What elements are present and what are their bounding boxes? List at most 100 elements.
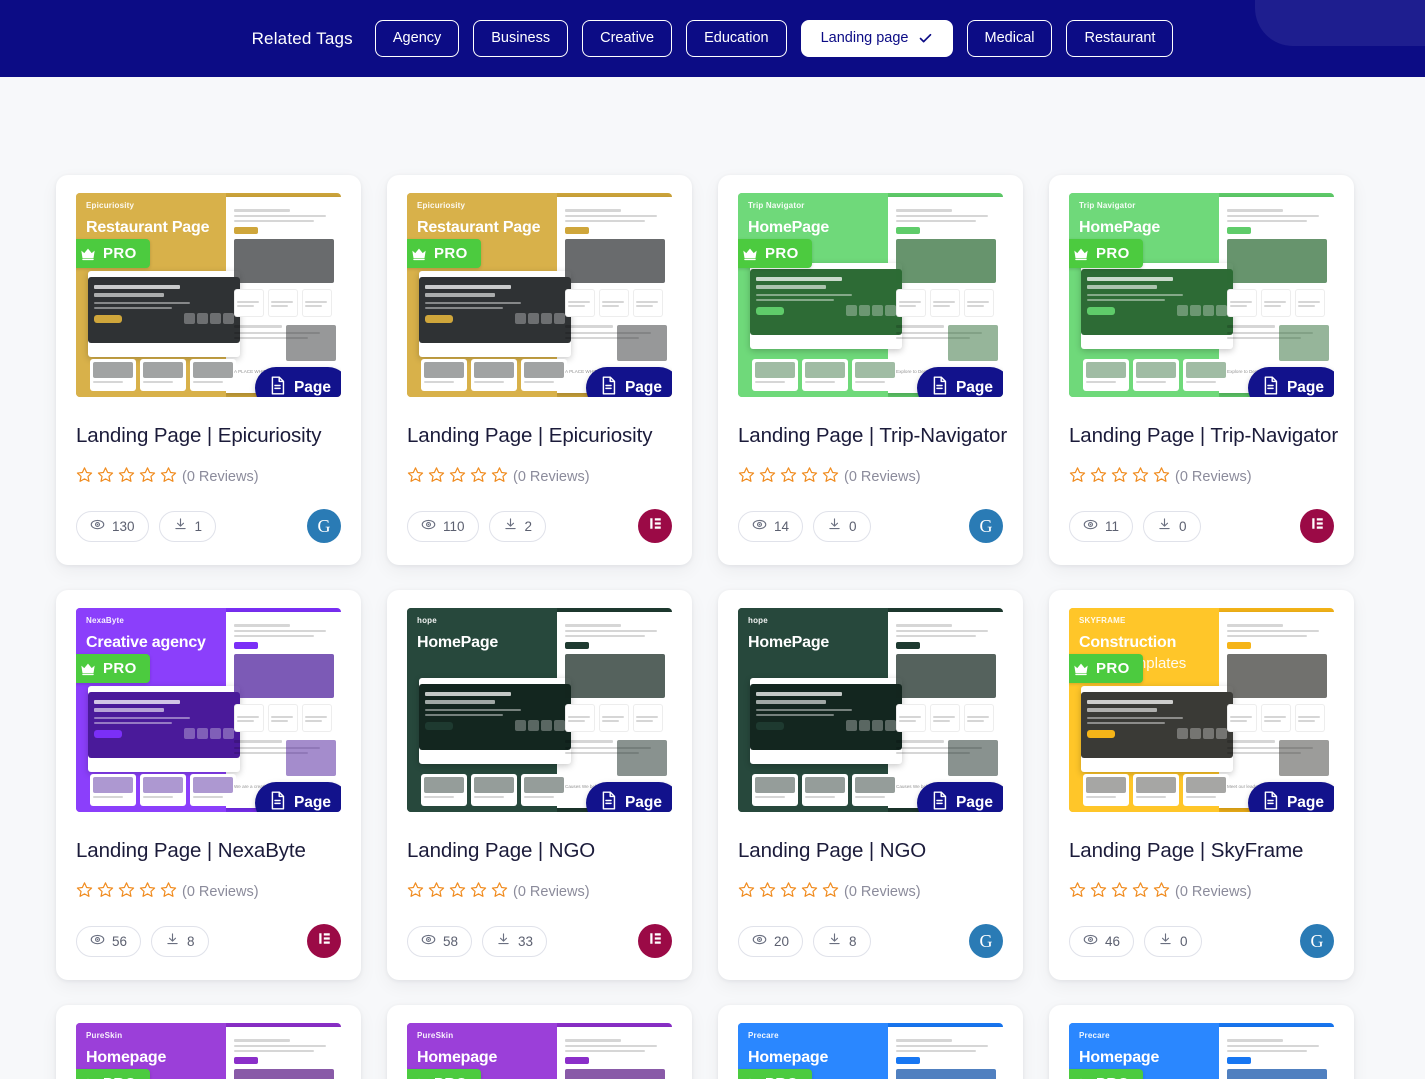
star-icon[interactable]	[491, 466, 508, 488]
reviews-count: (0 Reviews)	[513, 469, 590, 485]
star-rating[interactable]	[76, 881, 177, 903]
template-card[interactable]: SKYFRAMEConstructionPage TemplatesMeet o…	[1049, 590, 1354, 980]
star-icon[interactable]	[780, 881, 797, 903]
tag-landing-page[interactable]: Landing page	[801, 20, 953, 57]
template-thumbnail[interactable]: PureSkinHomepageServices For You PRO Pag…	[76, 1023, 341, 1079]
star-rating[interactable]	[738, 881, 839, 903]
star-icon[interactable]	[1132, 466, 1149, 488]
tag-agency[interactable]: Agency	[375, 20, 459, 57]
star-icon[interactable]	[822, 466, 839, 488]
template-card[interactable]: PrecareHomepageOur Services PRO Page Lan…	[718, 1005, 1023, 1079]
tag-creative[interactable]: Creative	[582, 20, 672, 57]
star-icon[interactable]	[801, 466, 818, 488]
star-icon[interactable]	[491, 881, 508, 903]
template-title[interactable]: Landing Page | NGO	[738, 839, 1003, 863]
builder-badge-elementor[interactable]	[1300, 509, 1334, 543]
star-icon[interactable]	[1153, 466, 1170, 488]
star-icon[interactable]	[738, 881, 755, 903]
star-icon[interactable]	[780, 466, 797, 488]
star-icon[interactable]	[1153, 881, 1170, 903]
template-thumbnail[interactable]: NexaByteCreative agency PageTemplateWe a…	[76, 608, 341, 812]
star-icon[interactable]	[160, 466, 177, 488]
star-icon[interactable]	[118, 881, 135, 903]
builder-badge-gutenberg[interactable]: G	[969, 509, 1003, 543]
tag-restaurant[interactable]: Restaurant	[1066, 20, 1173, 57]
star-icon[interactable]	[738, 466, 755, 488]
star-icon[interactable]	[139, 466, 156, 488]
template-title[interactable]: Landing Page | SkyFrame	[1069, 839, 1334, 863]
star-icon[interactable]	[470, 466, 487, 488]
star-rating[interactable]	[1069, 881, 1170, 903]
star-icon[interactable]	[428, 881, 445, 903]
builder-badge-elementor[interactable]	[638, 924, 672, 958]
star-rating[interactable]	[407, 881, 508, 903]
builder-badge-gutenberg[interactable]: G	[1300, 924, 1334, 958]
template-card[interactable]: PureSkinHomepageServices For You PRO Pag…	[56, 1005, 361, 1079]
star-icon[interactable]	[449, 466, 466, 488]
star-icon[interactable]	[1111, 466, 1128, 488]
tag-business[interactable]: Business	[473, 20, 568, 57]
star-rating[interactable]	[76, 466, 177, 488]
star-rating[interactable]	[407, 466, 508, 488]
template-title[interactable]: Landing Page | Epicuriosity	[407, 424, 672, 448]
template-thumbnail[interactable]: Trip NavigatorHomePageExplore to Destina…	[1069, 193, 1334, 397]
template-thumbnail[interactable]: EpicuriosityRestaurant PageTemplateA PLA…	[76, 193, 341, 397]
template-card[interactable]: hopeHomePageCauses We believe what we ac…	[387, 590, 692, 980]
template-card[interactable]: EpicuriosityRestaurant PageTemplateA PLA…	[387, 175, 692, 565]
template-thumbnail[interactable]: PrecareHomepageOur Services PRO Page	[738, 1023, 1003, 1079]
star-icon[interactable]	[407, 881, 424, 903]
pro-badge-label: PRO	[434, 245, 468, 262]
template-card[interactable]: EpicuriosityRestaurant PageTemplateA PLA…	[56, 175, 361, 565]
star-icon[interactable]	[76, 881, 93, 903]
star-icon[interactable]	[759, 466, 776, 488]
template-thumbnail[interactable]: Trip NavigatorHomePageExplore to Destina…	[738, 193, 1003, 397]
builder-badge-elementor[interactable]	[638, 509, 672, 543]
template-card[interactable]: hopeHomePageCauses We believe what we ac…	[718, 590, 1023, 980]
template-title[interactable]: Landing Page | Epicuriosity	[76, 424, 341, 448]
template-title[interactable]: Landing Page | Trip-Navigator	[1069, 424, 1334, 448]
download-icon	[496, 932, 511, 950]
template-title[interactable]: Landing Page | NexaByte	[76, 839, 341, 863]
star-icon[interactable]	[118, 466, 135, 488]
template-card[interactable]: Trip NavigatorHomePageExplore to Destina…	[718, 175, 1023, 565]
builder-badge-gutenberg[interactable]: G	[969, 924, 1003, 958]
template-title[interactable]: Landing Page | NGO	[407, 839, 672, 863]
star-icon[interactable]	[801, 881, 818, 903]
tag-medical[interactable]: Medical	[967, 20, 1053, 57]
star-icon[interactable]	[97, 881, 114, 903]
tag-education[interactable]: Education	[686, 20, 787, 57]
star-icon[interactable]	[1069, 466, 1086, 488]
star-rating[interactable]	[1069, 466, 1170, 488]
star-icon[interactable]	[139, 881, 156, 903]
template-thumbnail[interactable]: EpicuriosityRestaurant PageTemplateA PLA…	[407, 193, 672, 397]
template-thumbnail[interactable]: hopeHomePageCauses We believe what we ac…	[738, 608, 1003, 812]
builder-badge-gutenberg[interactable]: G	[307, 509, 341, 543]
builder-badge-elementor[interactable]	[307, 924, 341, 958]
star-icon[interactable]	[160, 881, 177, 903]
template-thumbnail[interactable]: hopeHomePageCauses We believe what we ac…	[407, 608, 672, 812]
template-thumbnail[interactable]: PureSkinHomepageServices For You PRO Pag…	[407, 1023, 672, 1079]
template-thumbnail[interactable]: PrecareHomepageOur Services PRO Page	[1069, 1023, 1334, 1079]
star-icon[interactable]	[759, 881, 776, 903]
page-badge-label: Page	[625, 379, 662, 397]
rating-row: (0 Reviews)	[76, 881, 341, 903]
template-card[interactable]: NexaByteCreative agency PageTemplateWe a…	[56, 590, 361, 980]
star-icon[interactable]	[97, 466, 114, 488]
star-icon[interactable]	[1090, 466, 1107, 488]
template-card[interactable]: PrecareHomepageOur Services PRO Page Lan…	[1049, 1005, 1354, 1079]
template-title[interactable]: Landing Page | Trip-Navigator	[738, 424, 1003, 448]
star-icon[interactable]	[1132, 881, 1149, 903]
star-icon[interactable]	[470, 881, 487, 903]
star-icon[interactable]	[822, 881, 839, 903]
template-thumbnail[interactable]: SKYFRAMEConstructionPage TemplatesMeet o…	[1069, 608, 1334, 812]
star-icon[interactable]	[1090, 881, 1107, 903]
star-icon[interactable]	[1069, 881, 1086, 903]
star-rating[interactable]	[738, 466, 839, 488]
template-card[interactable]: Trip NavigatorHomePageExplore to Destina…	[1049, 175, 1354, 565]
template-card[interactable]: PureSkinHomepageServices For You PRO Pag…	[387, 1005, 692, 1079]
star-icon[interactable]	[449, 881, 466, 903]
star-icon[interactable]	[1111, 881, 1128, 903]
star-icon[interactable]	[407, 466, 424, 488]
star-icon[interactable]	[76, 466, 93, 488]
star-icon[interactable]	[428, 466, 445, 488]
